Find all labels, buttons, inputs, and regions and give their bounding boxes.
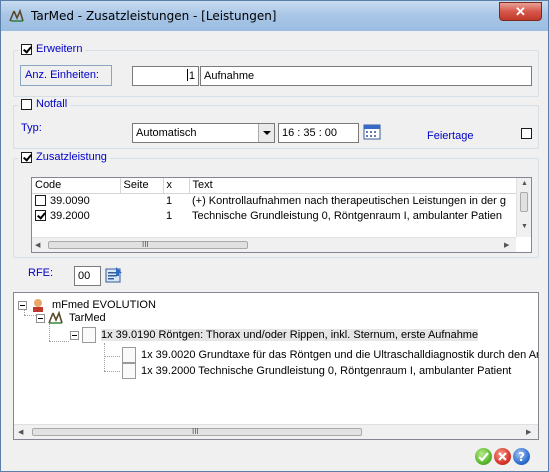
tree-horizontal-scrollbar[interactable]: ◀ III ▶ <box>14 424 538 439</box>
table-row[interactable]: 39.2000 1 Technische Grundleistung 0, Rö… <box>32 208 531 223</box>
window-title: TarMed - Zusatzleistungen - [Leistungen] <box>31 9 277 23</box>
zusatzleistung-table: Code Seite x Text 39.0090 1 (+) Kontroll… <box>31 177 532 253</box>
scroll-grip: III <box>192 427 199 436</box>
tarmed-logo-icon <box>9 9 24 22</box>
leistung-text-value: Aufnahme <box>204 70 255 82</box>
row-checkbox[interactable] <box>35 209 46 221</box>
close-button[interactable]: ✕ <box>499 2 542 21</box>
document-icon <box>119 347 136 365</box>
erweitern-checkbox[interactable] <box>21 43 32 55</box>
time-value: 16 : 35 : 00 <box>282 127 338 139</box>
svg-text:?: ? <box>518 450 525 464</box>
typ-label: Typ: <box>21 122 42 134</box>
close-icon: ✕ <box>515 4 526 19</box>
cancel-icon <box>498 452 507 461</box>
scroll-grip: III <box>142 240 149 249</box>
feiertage-label: Feiertage <box>427 130 474 142</box>
help-button[interactable]: ? <box>513 448 530 465</box>
row-code: 39.0090 <box>50 194 90 207</box>
tree-node-sub-item[interactable]: 1x 39.2000 Technische Grundleistung 0, R… <box>119 363 512 381</box>
column-header-x[interactable]: x <box>163 178 190 194</box>
tree-sub-item-label: 1x 39.2000 Technische Grundleistung 0, R… <box>141 365 512 377</box>
scroll-left-icon[interactable]: ◀ <box>35 241 40 249</box>
ok-icon <box>478 452 489 462</box>
table-header-row: Code Seite x Text <box>32 178 531 194</box>
time-input[interactable]: 16 : 35 : 00 <box>278 123 359 143</box>
scroll-thumb[interactable] <box>520 192 528 212</box>
leistung-text-input[interactable]: Aufnahme <box>200 66 532 86</box>
notfall-group: Notfall Typ: Automatisch 16 : 35 : 00 Fe… <box>13 98 539 149</box>
chevron-down-icon[interactable] <box>258 124 274 142</box>
row-x: 1 <box>166 209 173 222</box>
column-header-code[interactable]: Code <box>32 178 121 194</box>
dialog-window: TarMed - Zusatzleistungen - [Leistungen]… <box>0 0 549 472</box>
title-bar[interactable]: TarMed - Zusatzleistungen - [Leistungen]… <box>1 1 548 31</box>
row-text: Technische Grundleistung 0, Röntgenraum … <box>192 209 503 222</box>
collapse-icon[interactable] <box>36 313 45 323</box>
erweitern-label: Erweitern <box>36 43 83 55</box>
dialog-body: Erweitern Anz. Einheiten: 1 Aufnahme Not… <box>7 32 542 466</box>
document-icon <box>79 327 96 345</box>
table-row[interactable]: 39.0090 1 (+) Kontrollaufnahmen nach the… <box>32 193 531 208</box>
typ-dropdown[interactable]: Automatisch <box>132 123 275 143</box>
table-horizontal-scrollbar[interactable]: ◀ III ▶ <box>32 237 516 252</box>
rfe-input[interactable]: 00 <box>74 266 101 286</box>
tree-node-sub-item[interactable]: 1x 39.0020 Grundtaxe für das Röntgen und… <box>119 347 539 365</box>
tree-tarmed-label: TarMed <box>69 312 106 324</box>
erweitern-group: Erweitern Anz. Einheiten: 1 Aufnahme <box>13 43 539 97</box>
scroll-right-icon[interactable]: ▶ <box>504 241 509 249</box>
column-header-text[interactable]: Text <box>189 178 531 194</box>
row-text: (+) Kontrollaufnahmen nach therapeutisch… <box>192 194 507 207</box>
table-vertical-scrollbar[interactable]: ▲ ▼ <box>516 178 531 237</box>
scroll-right-icon[interactable]: ▶ <box>526 428 531 436</box>
scroll-left-icon[interactable]: ◀ <box>18 428 23 436</box>
leistungen-tree: mFmed EVOLUTION TarMed 1x 39.0190 Röntge… <box>13 292 539 440</box>
column-header-seite[interactable]: Seite <box>120 178 164 194</box>
tarmed-logo-icon <box>48 311 63 324</box>
row-x: 1 <box>166 194 173 207</box>
lookup-icon[interactable] <box>105 266 123 284</box>
cancel-button[interactable] <box>494 448 511 465</box>
notfall-checkbox[interactable] <box>21 98 32 110</box>
anz-einheiten-value: 1 <box>188 70 195 82</box>
rfe-value: 00 <box>78 270 91 282</box>
tree-root-label: mFmed EVOLUTION <box>52 299 156 311</box>
anz-einheiten-input[interactable]: 1 <box>132 66 199 86</box>
document-icon <box>119 363 136 381</box>
zusatzleistung-label: Zusatzleistung <box>36 151 107 163</box>
tree-sub-item-label: 1x 39.0020 Grundtaxe für das Röntgen und… <box>141 349 539 361</box>
help-icon: ? <box>518 450 525 464</box>
feiertage-checkbox[interactable] <box>521 128 532 139</box>
row-checkbox[interactable] <box>35 194 46 206</box>
row-seite <box>120 193 163 208</box>
tree-main-item-label: 1x 39.0190 Röntgen: Thorax und/oder Ripp… <box>101 329 479 341</box>
collapse-icon[interactable] <box>18 300 27 310</box>
typ-value: Automatisch <box>136 127 197 139</box>
ok-button[interactable] <box>475 448 492 465</box>
zusatzleistung-checkbox[interactable] <box>21 151 32 163</box>
tree-node-tarmed[interactable]: TarMed <box>36 311 106 325</box>
zusatzleistung-group: Zusatzleistung Code Seite x Text 39.0090… <box>13 151 539 258</box>
calendar-icon[interactable] <box>363 124 381 140</box>
scroll-down-icon[interactable]: ▼ <box>521 223 528 230</box>
row-code: 39.2000 <box>50 209 90 222</box>
notfall-label: Notfall <box>36 98 68 110</box>
tree-node-main-item[interactable]: 1x 39.0190 Röntgen: Thorax und/oder Ripp… <box>70 327 479 345</box>
row-seite <box>120 208 163 223</box>
anz-einheiten-label: Anz. Einheiten: <box>20 65 112 86</box>
rfe-label: RFE: <box>28 267 54 279</box>
scroll-up-icon[interactable]: ▲ <box>521 180 528 187</box>
collapse-icon[interactable] <box>70 330 79 340</box>
